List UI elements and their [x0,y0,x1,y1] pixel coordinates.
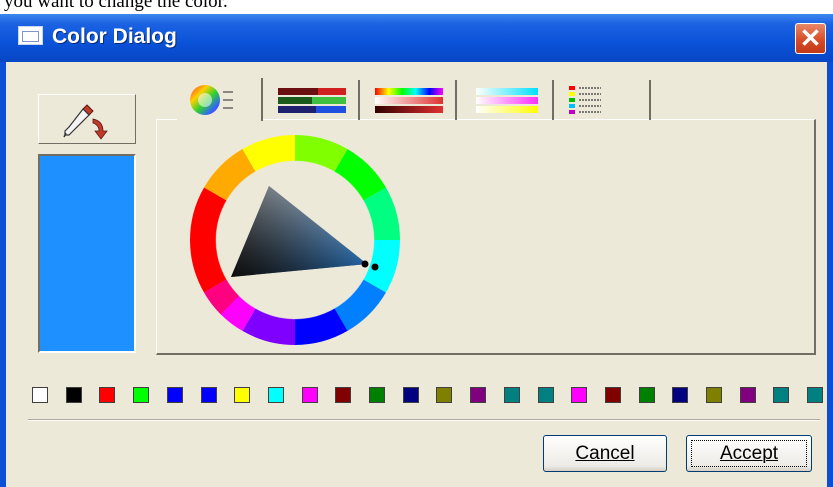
palette-swatch[interactable] [234,387,251,403]
palette-swatch[interactable] [267,387,284,403]
palette-swatch[interactable] [65,387,82,403]
close-button[interactable]: ✕ [795,23,826,54]
palette-swatch[interactable] [32,387,48,403]
palette-swatch[interactable] [706,387,722,403]
close-icon: ✕ [799,23,822,53]
tab-cmy[interactable] [462,80,554,120]
palette-swatch[interactable] [604,387,621,403]
palette-swatch[interactable] [672,387,689,403]
cancel-button-label: Cancel [575,443,635,464]
accept-button[interactable]: Accept [686,435,812,472]
dialog-client-area: Cancel Accept [6,62,827,487]
focus-rectangle [691,440,807,467]
palette-swatch[interactable] [335,387,352,403]
caption-text: you want to change the color. [4,0,228,12]
eyedropper-icon [63,104,108,140]
palette-swatch[interactable] [436,387,453,403]
eyedropper-button[interactable] [38,94,136,144]
hsv-sliders-tab-icon [375,88,443,113]
palette-swatch[interactable] [807,387,824,403]
palette-swatch[interactable] [503,387,520,403]
color-dialog-window: Color Dialog ✕ Cancel Accept [0,14,833,487]
palette-swatch[interactable] [402,387,419,403]
palette-swatch[interactable] [200,387,217,403]
palette-swatch[interactable] [470,387,487,403]
palette-swatch[interactable] [301,387,318,403]
window-icon [18,26,43,45]
palette-swatch[interactable] [369,387,385,403]
tab-rgb[interactable] [268,80,360,120]
tab-color-wheel[interactable] [177,78,263,121]
palette-swatch[interactable] [99,387,116,403]
palette-swatch[interactable] [166,387,183,403]
swatch-list-tab-icon [569,86,601,114]
cmy-sliders-tab-icon [476,88,538,113]
saturation-value-triangle[interactable] [231,186,367,277]
current-color-preview [38,154,136,353]
palette-swatch[interactable] [133,387,150,403]
palette-swatch[interactable] [739,387,756,403]
title-bar[interactable]: Color Dialog ✕ [0,14,833,62]
palette-swatch[interactable] [638,387,655,403]
tab-swatches[interactable] [559,80,651,120]
palette-swatch[interactable] [571,387,588,403]
palette-swatch[interactable] [773,387,790,403]
window-title: Color Dialog [52,25,177,48]
hue-wheel-triangle-picker[interactable] [189,134,401,346]
rgb-sliders-tab-icon [278,88,346,113]
document-caption-fragment: you want to change the color. [0,0,833,14]
tab-hsv[interactable] [365,80,457,120]
color-wheel-tab-icon [190,85,233,115]
cancel-button[interactable]: Cancel [543,435,667,472]
palette-swatch[interactable] [537,387,554,403]
separator-line [28,419,820,421]
